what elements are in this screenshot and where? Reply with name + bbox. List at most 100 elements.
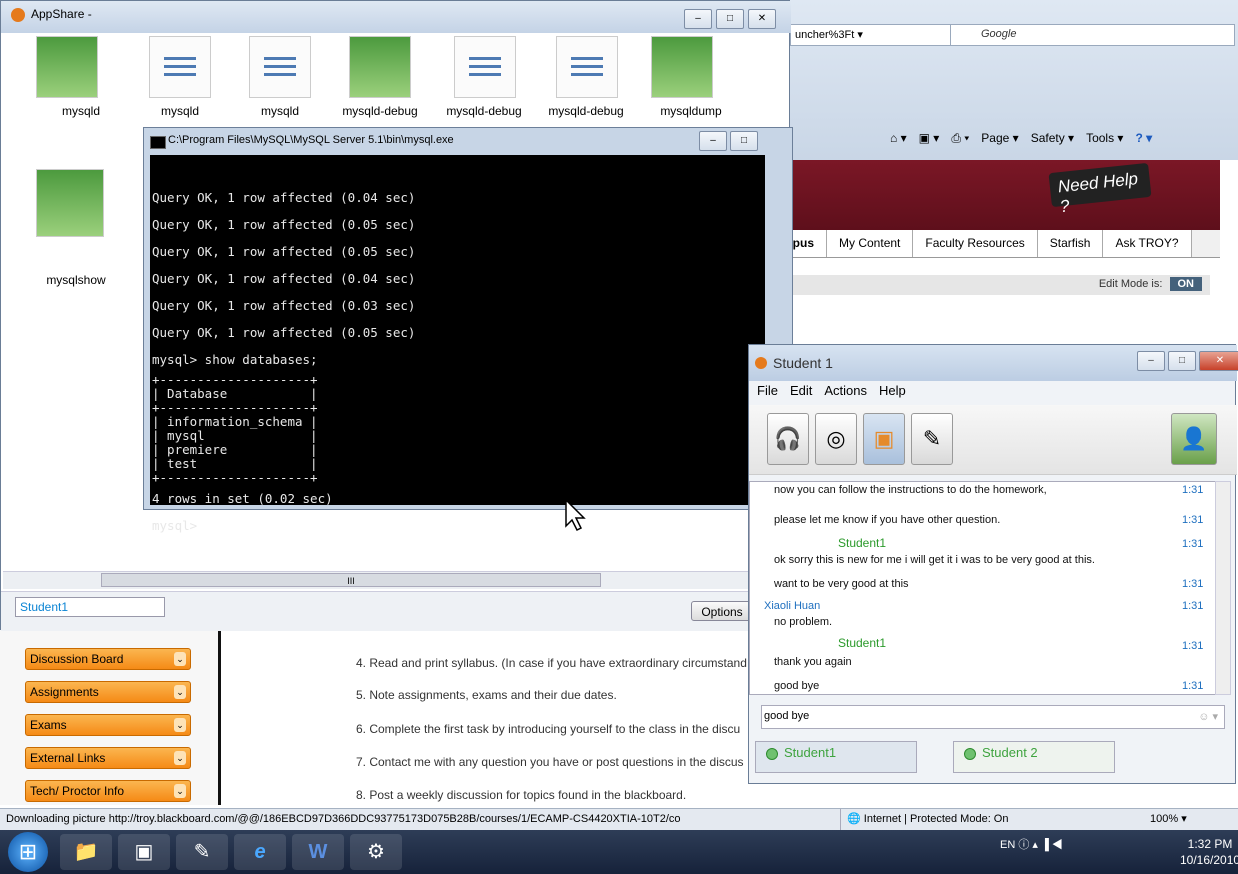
- chat-controls: – □ ✕: [1137, 351, 1238, 371]
- chat-message: please let me know if you have other que…: [774, 514, 1001, 526]
- zoom-level[interactable]: 100% ▾: [1150, 812, 1187, 825]
- tab-ask-troy[interactable]: Ask TROY?: [1103, 230, 1192, 257]
- participant-tab-student1[interactable]: Student1: [755, 741, 917, 773]
- menu-actions[interactable]: Actions: [824, 383, 867, 398]
- close-button[interactable]: ✕: [748, 9, 776, 29]
- console-line: Query OK, 1 row affected (0.05 sec): [152, 217, 416, 232]
- message-time: 1:31: [1182, 600, 1204, 612]
- console-line: Query OK, 1 row affected (0.04 sec): [152, 190, 416, 205]
- folder-icon: 📁: [73, 841, 99, 863]
- file-icon[interactable]: [349, 36, 411, 98]
- emoticon-icon[interactable]: ☺ ▾: [1198, 710, 1218, 723]
- chat-input-value: good bye: [764, 710, 810, 722]
- chat-app-icon: [755, 357, 767, 369]
- tab-my-content[interactable]: My Content: [827, 230, 914, 257]
- sender-name: Xiaoli Huan: [764, 600, 821, 612]
- app-taskbar-button[interactable]: ▣: [118, 834, 170, 870]
- menu-exams[interactable]: Exams ⌄: [25, 714, 191, 736]
- menu-help[interactable]: Help: [879, 383, 906, 398]
- file-icon[interactable]: [36, 36, 98, 98]
- console-prompt: mysql>: [152, 518, 198, 533]
- appshare-taskbar-button[interactable]: ⚙: [350, 834, 402, 870]
- search-box[interactable]: Google: [950, 24, 1235, 46]
- page-menu[interactable]: Page ▾: [981, 131, 1018, 145]
- avatar[interactable]: 👤: [1171, 413, 1217, 465]
- help-icon[interactable]: ⓘ: [1018, 839, 1032, 851]
- search-placeholder: Google: [981, 28, 1017, 40]
- word-taskbar-button[interactable]: W: [292, 834, 344, 870]
- close-button[interactable]: ✕: [1199, 351, 1238, 371]
- options-button[interactable]: Options: [691, 601, 753, 621]
- menu-edit[interactable]: Edit: [790, 383, 812, 398]
- menu-external-links[interactable]: External Links ⌄: [25, 747, 191, 769]
- feeds-icon[interactable]: ▣ ▾: [919, 131, 940, 145]
- console-controls: – □: [699, 131, 758, 151]
- file-icon[interactable]: [149, 36, 211, 98]
- zone-label: Internet | Protected Mode: On: [863, 813, 1009, 825]
- file-icon[interactable]: [249, 36, 311, 98]
- menu-label: External Links: [30, 751, 106, 765]
- edit-mode-toggle[interactable]: ON: [1169, 277, 1202, 291]
- whiteboard-button[interactable]: ✎: [911, 413, 953, 465]
- webcam-button[interactable]: ◎: [815, 413, 857, 465]
- file-icon[interactable]: [556, 36, 618, 98]
- tab-faculty-resources[interactable]: Faculty Resources: [913, 230, 1038, 257]
- message-time: 1:31: [1182, 640, 1204, 652]
- list-item: 8. Post a weekly discussion for topics f…: [356, 788, 687, 802]
- menu-tech-proctor[interactable]: Tech/ Proctor Info ⌄: [25, 780, 191, 802]
- chat-scrollbar[interactable]: [1215, 481, 1231, 695]
- print-icon[interactable]: ⎙ ▾: [951, 131, 969, 146]
- sender-name: Student1: [838, 636, 887, 650]
- pen-icon: ✎: [922, 426, 942, 451]
- chat-input[interactable]: good bye ☺ ▾: [761, 705, 1225, 729]
- console-output[interactable]: Query OK, 1 row affected (0.04 sec) Query…: [150, 155, 765, 533]
- chevron-down-icon: ⌄: [174, 751, 186, 765]
- appshare-button[interactable]: ▣: [863, 413, 905, 465]
- minimize-button[interactable]: –: [1137, 351, 1165, 371]
- minimize-button[interactable]: –: [684, 9, 712, 29]
- message-time: 1:31: [1182, 680, 1204, 692]
- participant-tab-student2[interactable]: Student 2: [953, 741, 1115, 773]
- safety-menu[interactable]: Safety ▾: [1031, 131, 1074, 145]
- minimize-button[interactable]: –: [699, 131, 727, 151]
- menu-discussion-board[interactable]: Discussion Board ⌄: [25, 648, 191, 670]
- maximize-button[interactable]: □: [1168, 351, 1196, 371]
- file-icon[interactable]: [36, 169, 104, 237]
- scroll-grip: III: [347, 576, 355, 586]
- status-text: Downloading picture http://troy.blackboa…: [6, 813, 681, 825]
- console-line: Query OK, 1 row affected (0.03 sec): [152, 298, 416, 313]
- console-title: C:\Program Files\MySQL\MySQL Server 5.1\…: [168, 134, 454, 146]
- scroll-thumb[interactable]: III: [101, 573, 601, 587]
- network-icon[interactable]: ▐: [1041, 839, 1052, 851]
- language-indicator[interactable]: EN: [1000, 839, 1015, 851]
- message-time: 1:31: [1182, 484, 1204, 496]
- menu-file[interactable]: File: [757, 383, 778, 398]
- maximize-button[interactable]: □: [730, 131, 758, 151]
- chat-titlebar: Student 1 – □ ✕: [749, 345, 1238, 381]
- volume-icon[interactable]: ◀: [1052, 839, 1063, 851]
- menu-label: Discussion Board: [30, 652, 124, 666]
- home-icon[interactable]: ⌂ ▾: [890, 131, 907, 145]
- message-time: 1:31: [1182, 578, 1204, 590]
- tab-starfish[interactable]: Starfish: [1037, 230, 1104, 257]
- chat-message: good bye: [774, 680, 820, 692]
- file-icon[interactable]: [454, 36, 516, 98]
- system-tray: EN ⓘ ▴ ▐ ◀: [1000, 836, 1063, 852]
- file-icon[interactable]: [651, 36, 713, 98]
- explorer-taskbar-button[interactable]: 📁: [60, 834, 112, 870]
- ie-taskbar-button[interactable]: e: [234, 834, 286, 870]
- show-hidden-icon[interactable]: ▴: [1032, 839, 1041, 851]
- start-button[interactable]: ⊞: [8, 832, 48, 872]
- audio-button[interactable]: 🎧: [767, 413, 809, 465]
- address-text: uncher%3Ft ▾: [795, 29, 863, 41]
- menu-assignments[interactable]: Assignments ⌄: [25, 681, 191, 703]
- chevron-down-icon: ⌄: [174, 784, 186, 798]
- clock[interactable]: 1:32 PM 10/16/2010: [1180, 836, 1238, 868]
- tools-menu[interactable]: Tools ▾: [1086, 131, 1123, 145]
- help-icon[interactable]: ? ▾: [1135, 131, 1152, 145]
- maximize-button[interactable]: □: [716, 9, 744, 29]
- chat-message: ok sorry this is new for me i will get i…: [774, 554, 1095, 566]
- appshare-icon: [11, 8, 25, 22]
- chat-log[interactable]: now you can follow the instructions to d…: [749, 481, 1217, 695]
- tool-taskbar-button[interactable]: ✎: [176, 834, 228, 870]
